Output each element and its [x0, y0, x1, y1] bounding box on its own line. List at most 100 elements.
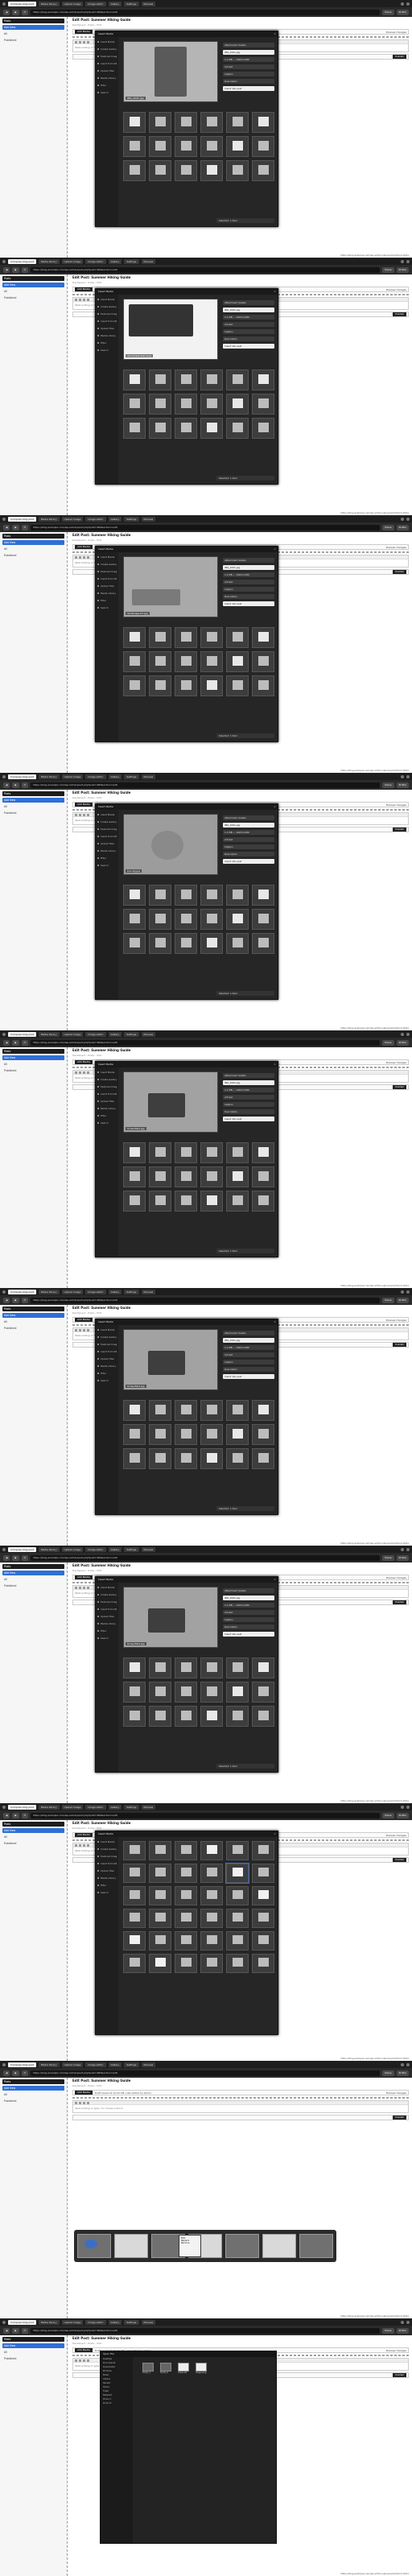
sidebar-item[interactable]: Published: [2, 38, 64, 43]
share-button[interactable]: Share: [382, 524, 394, 530]
profile-button[interactable]: Profile: [396, 2327, 409, 2334]
preview-changes-link[interactable]: Preview changes: [386, 288, 406, 291]
browser-tab[interactable]: Media library: [38, 2319, 60, 2325]
modal-sidebar-item[interactable]: Filter: [97, 856, 117, 861]
attachment-field[interactable]: Alt text: [223, 64, 274, 69]
modal-sidebar-item[interactable]: Media Library: [97, 591, 117, 596]
media-thumbnail[interactable]: [226, 1400, 249, 1421]
sidebar-item[interactable]: Published: [2, 1841, 64, 1846]
media-thumbnail[interactable]: [252, 1954, 274, 1973]
media-thumbnail[interactable]: [200, 1864, 223, 1883]
close-icon[interactable]: ×: [272, 1831, 278, 1837]
reload-button[interactable]: ⟳: [21, 1554, 29, 1561]
close-window-icon[interactable]: [406, 774, 410, 778]
profile-button[interactable]: Profile: [396, 2070, 409, 2076]
media-thumbnail[interactable]: [226, 160, 249, 181]
forward-button[interactable]: ▶: [12, 1297, 19, 1303]
browser-tab[interactable]: Settings: [124, 1546, 139, 1552]
media-thumbnail[interactable]: [252, 1706, 274, 1727]
close-icon[interactable]: ×: [272, 289, 278, 295]
modal-sidebar-item[interactable]: Create Gallery: [97, 304, 117, 309]
media-thumbnail[interactable]: [175, 418, 197, 439]
media-thumbnail[interactable]: [175, 627, 197, 648]
modal-sidebar-item[interactable]: Filter: [97, 1113, 117, 1118]
sidebar-item[interactable]: Add New: [2, 1571, 64, 1575]
preview-changes-link[interactable]: Preview changes: [386, 803, 406, 807]
back-button[interactable]: ◀: [3, 1039, 10, 1046]
media-thumbnail[interactable]: [252, 1166, 274, 1187]
forward-button[interactable]: ▶: [12, 1039, 19, 1046]
media-thumbnail[interactable]: [200, 112, 223, 133]
attachment-field[interactable]: Alt text: [223, 837, 274, 842]
sidebar-item[interactable]: Add New: [2, 1313, 64, 1318]
browser-tab[interactable]: Preview: [141, 2062, 156, 2067]
modal-sidebar-item[interactable]: Insert from URL: [97, 319, 117, 324]
media-thumbnail[interactable]: [123, 1400, 146, 1421]
attachment-field[interactable]: Alt text: [223, 1610, 274, 1615]
close-window-icon[interactable]: [406, 2062, 410, 2066]
browser-tab[interactable]: Settings: [124, 2062, 139, 2067]
browser-tab[interactable]: Preview: [141, 1031, 156, 1037]
close-icon[interactable]: ×: [272, 547, 278, 552]
media-thumbnail[interactable]: [123, 1909, 146, 1928]
browser-tab[interactable]: Settings: [124, 516, 139, 522]
media-thumbnail[interactable]: [200, 1682, 223, 1703]
media-thumbnail[interactable]: [175, 1841, 197, 1860]
media-thumbnail[interactable]: [226, 1191, 249, 1212]
minimize-icon[interactable]: [401, 774, 404, 778]
media-thumbnail[interactable]: [200, 1142, 223, 1163]
browser-tab[interactable]: Image editor: [85, 1546, 106, 1552]
list-icon[interactable]: [87, 298, 89, 301]
sidebar-item[interactable]: Add New: [2, 2086, 64, 2091]
media-thumbnail[interactable]: [226, 418, 249, 439]
media-thumbnail[interactable]: [149, 418, 171, 439]
sidebar-item[interactable]: Published: [2, 811, 64, 815]
sidebar-item[interactable]: Posts: [2, 791, 64, 796]
publish-button[interactable]: Publish: [393, 570, 406, 574]
media-thumbnail[interactable]: [149, 1191, 171, 1212]
sidebar-item[interactable]: All: [2, 547, 64, 551]
reload-button[interactable]: ⟳: [21, 1812, 29, 1818]
browser-tab[interactable]: Media library: [38, 1031, 60, 1037]
media-thumbnail[interactable]: [149, 933, 171, 954]
share-button[interactable]: Share: [382, 1554, 394, 1561]
insert-into-post-button[interactable]: Insert into post: [223, 1632, 274, 1637]
address-bar[interactable]: https://blog.example.com/wp-admin/post.p…: [31, 9, 380, 15]
sidebar-item[interactable]: Published: [2, 2356, 64, 2361]
media-thumbnail[interactable]: [175, 369, 197, 390]
close-window-icon[interactable]: [406, 2320, 410, 2324]
media-thumbnail[interactable]: [149, 1864, 171, 1883]
modal-sidebar-item[interactable]: Insert from URL: [97, 1349, 117, 1354]
modal-sidebar-item[interactable]: Media Library: [97, 1364, 117, 1368]
sidebar-item[interactable]: Add New: [2, 540, 64, 545]
add-media-button[interactable]: Add Media: [75, 30, 93, 34]
modal-sidebar-item[interactable]: Search: [97, 1121, 117, 1125]
add-media-button[interactable]: Add Media: [75, 1575, 93, 1579]
insert-into-post-button[interactable]: Insert into post: [223, 601, 274, 606]
close-icon[interactable]: ×: [272, 1319, 278, 1325]
back-button[interactable]: ◀: [3, 1297, 10, 1303]
sidebar-item[interactable]: All: [2, 289, 64, 294]
modal-sidebar-item[interactable]: Insert Media: [97, 1585, 117, 1590]
publish-button[interactable]: Publish: [393, 55, 406, 59]
media-thumbnail[interactable]: [123, 1682, 146, 1703]
media-thumbnail[interactable]: [149, 369, 171, 390]
browser-tab[interactable]: Upload image: [61, 1804, 84, 1810]
italic-icon[interactable]: [79, 1071, 81, 1074]
media-thumbnail[interactable]: [123, 418, 146, 439]
browser-tab[interactable]: Upload image: [61, 1, 84, 6]
preview-changes-link[interactable]: Preview changes: [386, 546, 406, 549]
reload-button[interactable]: ⟳: [21, 1297, 29, 1303]
preview-changes-link[interactable]: Preview changes: [386, 1834, 406, 1837]
browser-tab[interactable]: Upload image: [61, 1546, 84, 1552]
modal-sidebar-item[interactable]: Insert Media: [97, 39, 117, 44]
sidebar-item[interactable]: Add New: [2, 1828, 64, 1833]
bold-icon[interactable]: [75, 2359, 77, 2362]
sidebar-item[interactable]: All: [2, 1835, 64, 1839]
link-icon[interactable]: [83, 2101, 85, 2104]
media-thumbnail[interactable]: [200, 1191, 223, 1212]
media-thumbnail[interactable]: [252, 1191, 274, 1212]
media-thumbnail[interactable]: [226, 1166, 249, 1187]
attachment-field[interactable]: Description: [223, 1624, 274, 1629]
media-thumbnail[interactable]: [149, 160, 171, 181]
